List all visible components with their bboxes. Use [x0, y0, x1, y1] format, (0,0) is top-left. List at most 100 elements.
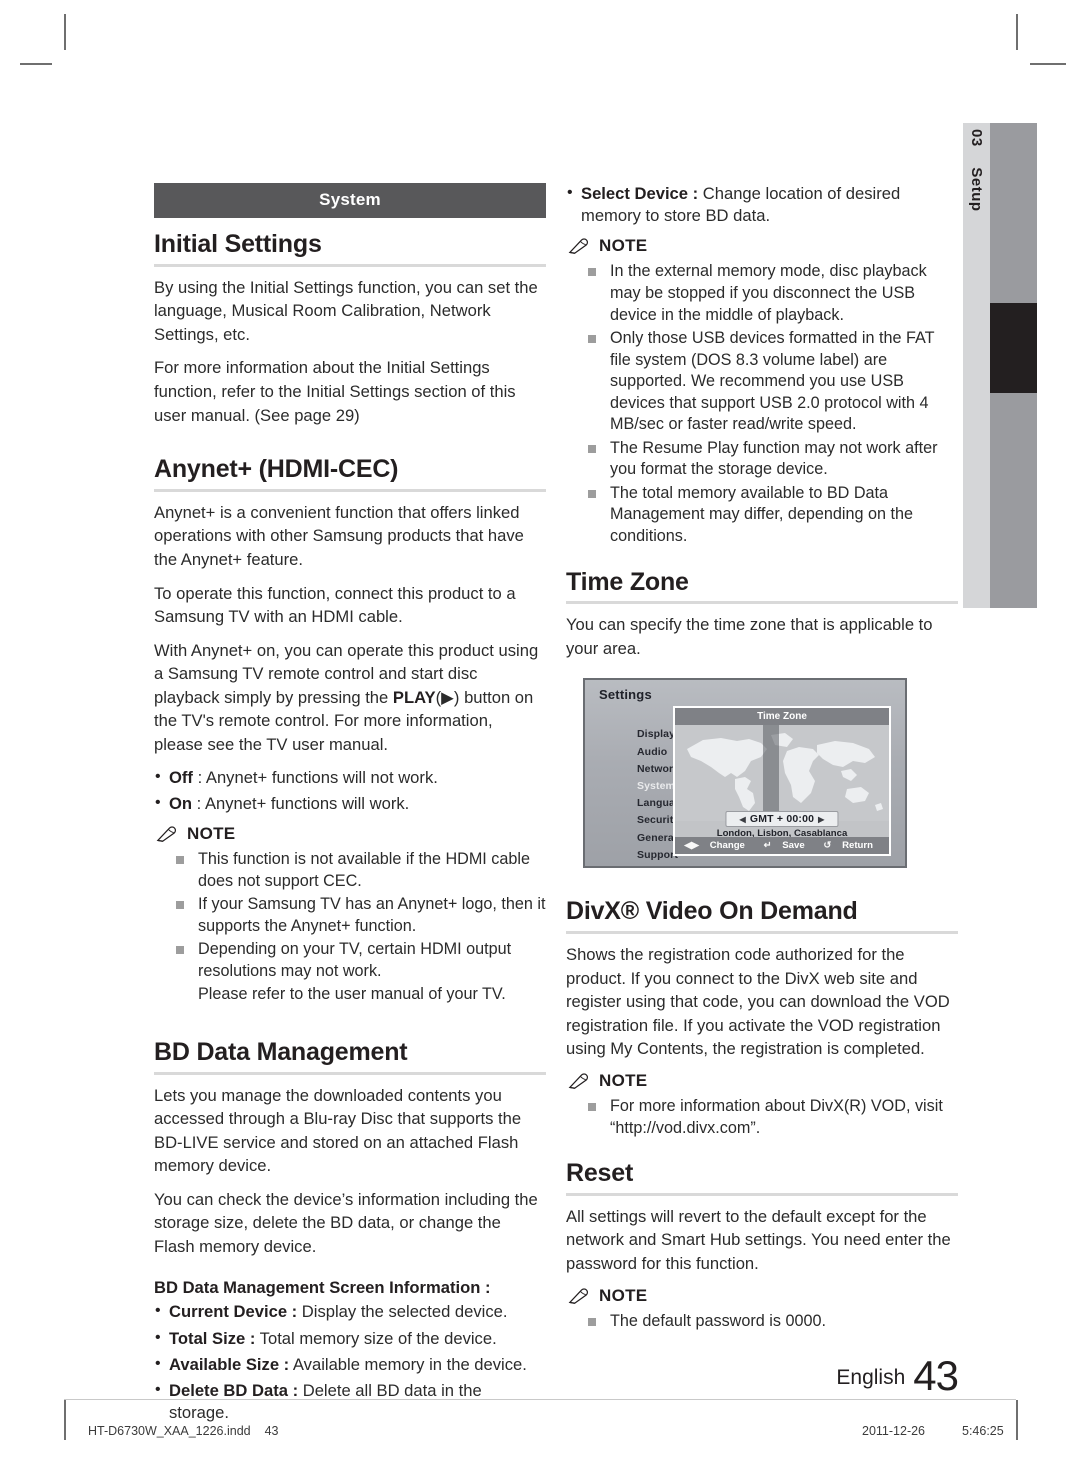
hint-return: ↺ Return [823, 840, 881, 851]
left-column: System Initial Settings By using the Ini… [154, 183, 546, 1429]
return-label: Return [842, 840, 873, 852]
list-item: On : Anynet+ functions will work. [154, 792, 546, 815]
pencil-icon [568, 1073, 589, 1089]
divx-paragraph: Shows the registration code authorized f… [566, 945, 950, 1059]
chapter-index-active-marker [990, 303, 1037, 393]
anynet-option-term: On [169, 793, 193, 813]
crop-mark-top-left-horizontal [20, 63, 52, 65]
crop-mark-top-right-vertical [1016, 14, 1018, 50]
heading-rule [566, 1192, 958, 1196]
gmt-stepper[interactable]: ◀ GMT + 00:00 ▶ [725, 811, 839, 828]
anynet-paragraph-2: To operate this function, connect this p… [154, 583, 516, 627]
pencil-icon [156, 826, 177, 842]
osd-footer-hints: ◀▶ Change ↵ Save ↺ Return [675, 837, 889, 855]
left-arrow-icon[interactable]: ◀ [735, 815, 749, 824]
chapter-tab-text: 03 Setup [968, 129, 985, 212]
section-band-system: System [154, 183, 546, 218]
list-item: Only those USB devices formatted in the … [588, 328, 958, 436]
page-footer: English 43 [566, 1352, 959, 1400]
list-item: Current Device : Display the selected de… [154, 1300, 546, 1323]
list-item: In the external memory mode, disc playba… [588, 261, 958, 326]
heading-reset: Reset [566, 1159, 634, 1188]
list-item: The Resume Play function may not work af… [588, 438, 958, 481]
bd-item-term: Current Device : [169, 1302, 298, 1322]
list-item: The total memory available to BD Data Ma… [588, 483, 958, 548]
list-item: Total Size : Total memory size of the de… [154, 1327, 546, 1350]
initial-settings-paragraph-1: By using the Initial Settings function, … [154, 277, 538, 344]
pencil-icon [568, 1287, 589, 1304]
osd-panel-title: Time Zone [675, 708, 889, 726]
time-zone-paragraph: You can specify the time zone that is ap… [566, 615, 933, 658]
bd-data-items-list: Current Device : Display the selected de… [154, 1300, 546, 1424]
heading-rule [154, 488, 546, 492]
anynet-option-desc: : Anynet+ functions will not work. [192, 767, 438, 787]
heading-anynet: Anynet+ (HDMI-CEC) [154, 455, 399, 484]
list-item: Delete BD Data : Delete all BD data in t… [154, 1379, 546, 1424]
select-device-term: Select Device : [581, 184, 699, 203]
crop-mark-bottom-left-vertical [64, 1400, 66, 1440]
list-item: Depending on your TV, certain HDMI outpu… [176, 939, 546, 982]
divx-note-list: For more information about DivX(R) VOD, … [566, 1096, 958, 1139]
return-key-icon: ↺ [823, 840, 832, 852]
heading-rule [154, 1071, 546, 1075]
reset-note-list: The default password is 0000. [566, 1311, 958, 1333]
heading-rule [154, 263, 546, 267]
heading-rule [566, 931, 958, 935]
osd-time-zone-panel: Time Zone ◀ GMT + 00:00 ▶ London, Lisbon… [673, 706, 891, 857]
osd-settings-screen: Settings Display Audio Network System La… [583, 678, 907, 869]
heading-rule [566, 601, 958, 605]
bd-item-term: Total Size : [169, 1328, 256, 1348]
chapter-number: 03 [968, 129, 985, 147]
bd-item-term: Available Size : [169, 1354, 290, 1374]
reset-paragraph: All settings will revert to the default … [566, 1206, 951, 1273]
anynet-play-paragraph: With Anynet+ on, you can operate this pr… [154, 639, 546, 757]
world-map-svg [687, 733, 883, 812]
initial-settings-paragraph-2: For more information about the Initial S… [154, 358, 516, 425]
list-item: The default password is 0000. [588, 1311, 958, 1333]
time-zone-highlight-band [763, 725, 779, 822]
anynet-options-list: Off : Anynet+ functions will not work. O… [154, 765, 546, 815]
heading-divx-vod: DivX® Video On Demand [566, 897, 858, 926]
print-footer-date: 2011-12-26 [862, 1424, 926, 1438]
bd-item-term: Delete BD Data : [169, 1381, 299, 1401]
note-header: NOTE [568, 1071, 958, 1091]
world-map [675, 725, 889, 822]
anynet-note-list: This function is not available if the HD… [154, 849, 546, 1006]
enter-key-icon: ↵ [763, 840, 772, 852]
heading-initial-settings: Initial Settings [154, 230, 322, 258]
list-item: Select Device : Change location of desir… [566, 182, 958, 227]
osd-title: Settings [599, 687, 652, 703]
list-item: This function is not available if the HD… [176, 849, 546, 892]
heading-bd-data-management: BD Data Management [154, 1037, 408, 1066]
print-footer-time: 5:46:25 [962, 1424, 1004, 1438]
note-header: NOTE [156, 824, 546, 844]
page-number: 43 [913, 1352, 959, 1399]
anynet-play-symbol: (▶) [435, 687, 460, 707]
bd-data-paragraph-2: You can check the device’s information i… [154, 1189, 538, 1256]
note-label: NOTE [599, 1285, 648, 1305]
pencil-icon [568, 238, 589, 255]
note-extra-line: Please refer to the user manual of your … [198, 985, 506, 1004]
list-item: Available Size : Available memory in the… [154, 1353, 546, 1376]
change-key-icon: ◀▶ [684, 840, 700, 852]
chapter-label: Setup [968, 167, 985, 212]
chapter-tab: 03 Setup [963, 123, 990, 608]
select-device-list: Select Device : Change location of desir… [566, 182, 958, 227]
list-item: If your Samsung TV has an Anynet+ logo, … [176, 894, 546, 937]
footer-rule [64, 1399, 1016, 1400]
hint-save: ↵ Save [764, 840, 813, 851]
crop-mark-top-right-horizontal [1030, 63, 1066, 65]
anynet-play-bold: PLAY [392, 687, 436, 707]
anynet-option-desc: : Anynet+ functions will work. [192, 793, 410, 813]
bd-note-list: In the external memory mode, disc playba… [566, 261, 958, 547]
note-header: NOTE [568, 1286, 958, 1306]
list-item: For more information about DivX(R) VOD, … [588, 1096, 958, 1139]
bd-data-paragraph-1: Lets you manage the downloaded contents … [154, 1085, 522, 1176]
print-file-page: 43 [264, 1424, 279, 1438]
bd-item-desc: Total memory size of the device. [255, 1328, 497, 1348]
gmt-value: GMT + 00:00 [749, 813, 815, 826]
hint-change: ◀▶ Change [684, 840, 753, 851]
right-arrow-icon[interactable]: ▶ [814, 815, 828, 824]
page-language: English [836, 1366, 906, 1389]
right-column: Select Device : Change location of desir… [566, 182, 958, 1334]
